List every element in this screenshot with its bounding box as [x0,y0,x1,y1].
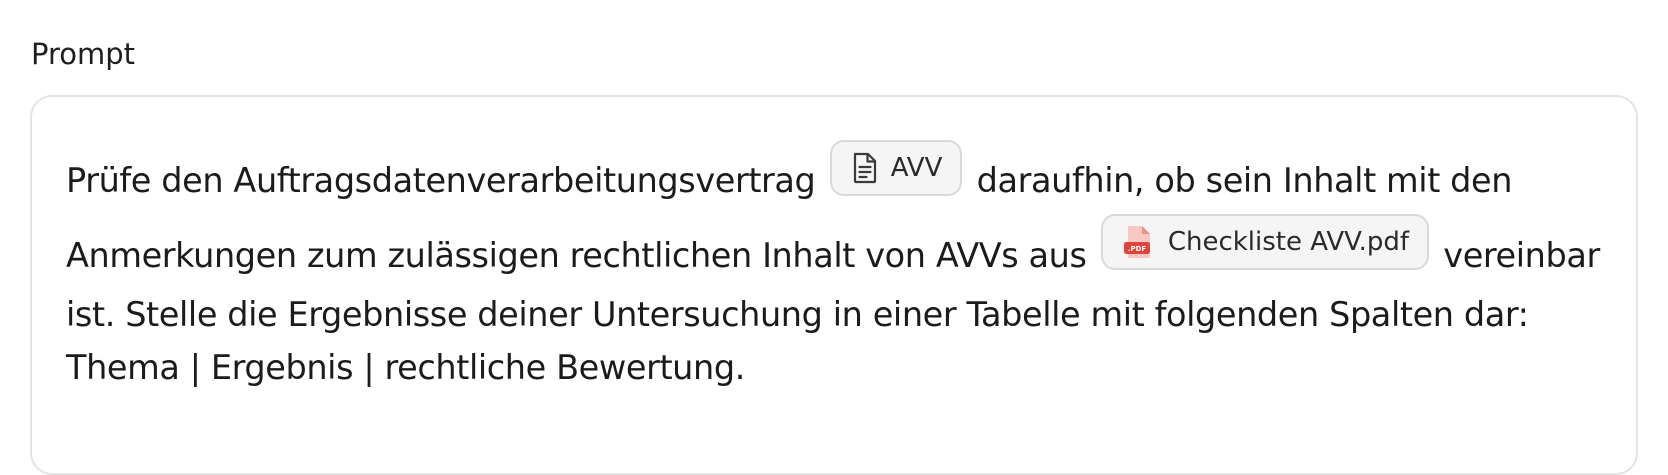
prompt-section-label: Prompt [31,37,136,71]
file-chip-avv[interactable]: AVV [829,140,963,196]
prompt-line-4: Thema | Ergebnis | rechtliche Bewertung. [66,348,745,387]
prompt-text-segment: Prüfe den Auftragsdatenverarbeitungsvert… [66,161,816,200]
prompt-line-1: Prüfe den Auftragsdatenverarbeitungsvert… [66,140,1586,214]
prompt-text[interactable]: Prüfe den Auftragsdatenverarbeitungsvert… [66,140,1600,394]
file-chip-checkliste[interactable]: .PDF Checkliste AVV.pdf [1100,214,1430,270]
prompt-line-2: Anmerkungen zum zulässigen rechtlichen I… [66,214,1600,288]
pdf-badge-text: .PDF [1128,245,1147,253]
prompt-text-segment: Anmerkungen zum zulässigen rechtlichen I… [66,236,1087,275]
document-icon [852,152,878,184]
prompt-line-3: ist. Stelle die Ergebnisse deiner Unters… [66,295,1529,334]
prompt-text-segment: vereinbar [1443,236,1600,275]
file-chip-label: Checkliste AVV.pdf [1167,227,1410,257]
file-chip-label: AVV [890,153,943,183]
prompt-text-segment: daraufhin, ob sein Inhalt mit den [976,161,1513,200]
pdf-file-icon: .PDF [1123,225,1155,259]
